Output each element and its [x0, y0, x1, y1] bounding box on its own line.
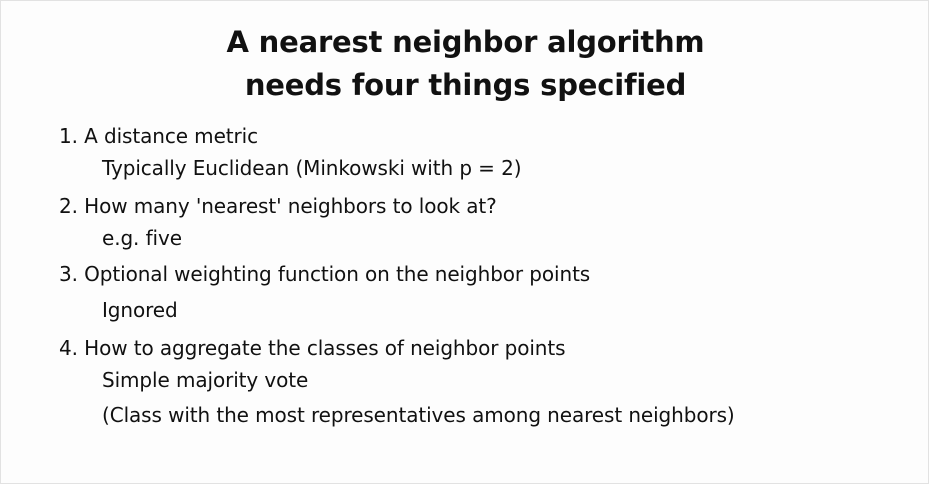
item-4-detail-2: (Class with the most representatives amo…	[102, 403, 735, 427]
item-2-detail: e.g. five	[102, 226, 182, 250]
slide: A nearest neighbor algorithm needs four …	[0, 0, 929, 484]
slide-title: A nearest neighbor algorithm needs four …	[1, 21, 929, 107]
item-2-heading: 2. How many 'nearest' neighbors to look …	[59, 194, 497, 218]
item-1-detail: Typically Euclidean (Minkowski with p = …	[102, 156, 522, 180]
title-line-2: needs four things specified	[244, 68, 687, 102]
item-3-detail: Ignored	[102, 298, 178, 322]
item-4-heading: 4. How to aggregate the classes of neigh…	[59, 336, 566, 360]
item-3-heading: 3. Optional weighting function on the ne…	[59, 262, 591, 286]
item-4-detail-1: Simple majority vote	[102, 368, 309, 392]
title-line-1: A nearest neighbor algorithm	[226, 25, 705, 59]
item-1-heading: 1. A distance metric	[59, 124, 258, 148]
